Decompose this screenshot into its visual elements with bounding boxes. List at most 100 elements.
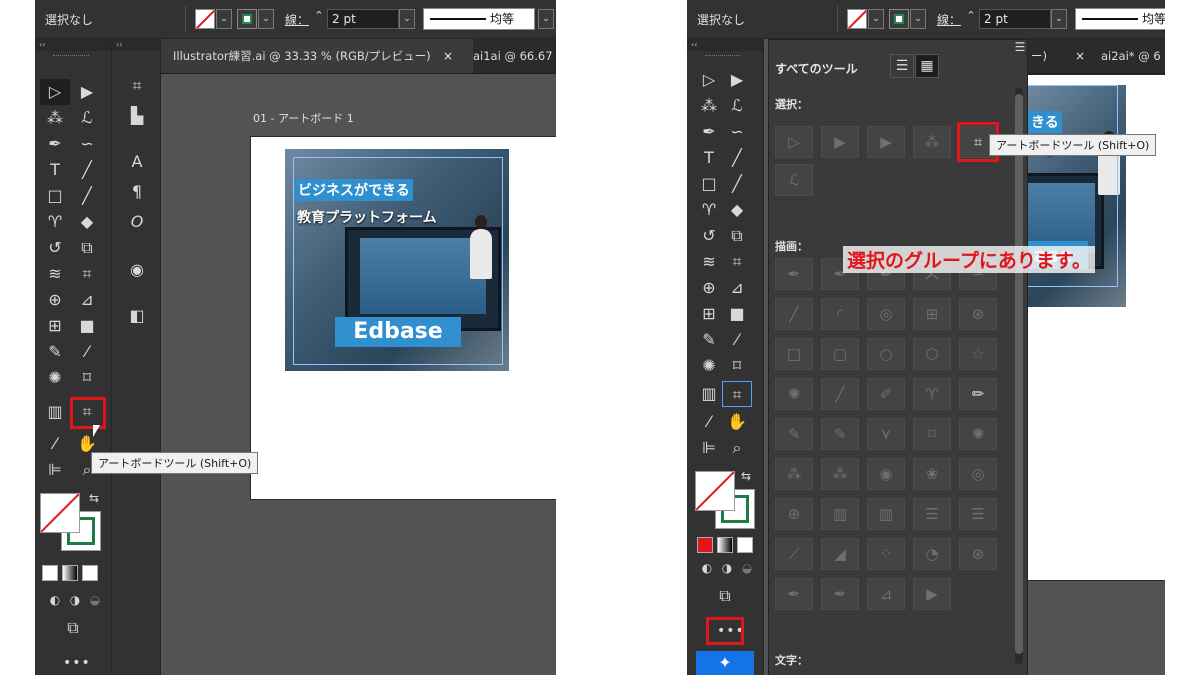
flyout-symbol-stainer-tool-icon[interactable]: ◎ [959, 458, 997, 490]
line-tool-icon[interactable]: ╱ [72, 157, 102, 183]
flyout-radar-graph-tool-icon[interactable]: ⊛ [959, 538, 997, 570]
rectangle-tool-icon[interactable]: □ [694, 171, 724, 197]
flyout-slice-tool-icon[interactable]: ⌑ [913, 418, 951, 450]
flyout-blob-brush-tool-icon[interactable]: ✐ [867, 378, 905, 410]
measure-tool-icon[interactable]: ⁄ [72, 339, 102, 365]
pen-tool-icon[interactable]: ✒ [40, 131, 70, 157]
pen-tool-icon[interactable]: ✒ [694, 119, 724, 145]
shape-builder-tool-icon[interactable]: ⊕ [40, 287, 70, 313]
fill-color-box[interactable] [40, 493, 80, 533]
magic-wand-tool-icon[interactable]: ⁂ [40, 105, 70, 131]
draw-inside-icon[interactable]: ◒ [732, 555, 762, 581]
type-tool-icon[interactable]: T [40, 157, 70, 183]
flyout-line-graph-tool-icon[interactable]: ⟋ [775, 538, 813, 570]
swap-colors-icon[interactable]: ⇆ [79, 485, 109, 511]
rotate-tool-icon[interactable]: ↺ [40, 235, 70, 261]
flyout-flare-tool-icon[interactable]: ✺ [775, 378, 813, 410]
flyout-area-graph-tool-icon[interactable]: ◢ [821, 538, 859, 570]
gradient-tool-icon[interactable]: ■ [72, 313, 102, 339]
flyout-symbol-shifter-tool-icon[interactable]: ⁂ [775, 458, 813, 490]
screen-mode-icon[interactable]: ⧉ [710, 583, 740, 609]
tab-illustrator-practice[interactable]: Illustrator練習.ai @ 33.33 % (RGB/プレビュー) [161, 39, 473, 73]
stroke-label[interactable]: 線： [285, 11, 309, 28]
generative-button[interactable]: ✦ [696, 651, 754, 675]
panel-collapse-button[interactable]: ‹‹ [35, 39, 111, 51]
flyout-path-eraser-tool-icon[interactable]: ✎ [821, 418, 859, 450]
line-tool-icon[interactable]: ╱ [722, 145, 752, 171]
flyout-scroll-thumb[interactable] [1015, 94, 1023, 654]
fill-color-box[interactable] [695, 471, 735, 511]
artboard[interactable]: ビジネスができる 教育プラットフォーム Edbase [250, 136, 556, 500]
symbol-sprayer-tool-icon[interactable]: ✺ [40, 365, 70, 391]
stroke-weight-spinner[interactable]: ⌃ [312, 9, 326, 27]
flyout-bar-graph-tool-icon[interactable]: ☰ [913, 498, 951, 530]
opentype-panel-icon[interactable]: O [126, 211, 148, 233]
flyout-rectangle-tool-icon[interactable]: □ [775, 338, 813, 370]
grid-view-button[interactable]: ▦ [915, 54, 939, 78]
stroke-weight-dropdown[interactable]: ⌄ [399, 9, 415, 29]
list-view-button[interactable]: ☰ [890, 54, 914, 78]
flyout-symbol-sprayer-tool-icon[interactable]: ✺ [959, 418, 997, 450]
flyout-scrollbar[interactable] [1015, 88, 1023, 664]
lasso-tool-icon[interactable]: ℒ [722, 93, 752, 119]
flyout-polygon-tool-icon[interactable]: ⬡ [913, 338, 951, 370]
panel-grip[interactable] [705, 55, 741, 58]
measure-tool-icon[interactable]: ⁄ [722, 327, 752, 353]
canvas[interactable]: 01 - アートボード 1 ビジネスができる 教育プラットフォーム Edbase [161, 74, 556, 675]
pathfinder-panel-icon[interactable]: ◧ [126, 305, 148, 327]
lasso-tool-icon[interactable]: ℒ [72, 105, 102, 131]
flyout-pencil-tool-icon[interactable]: ✏ [959, 378, 997, 410]
rectangle-tool-icon[interactable]: □ [40, 183, 70, 209]
perspective-grid-tool-icon[interactable]: ⊿ [722, 275, 752, 301]
magic-wand-tool-icon[interactable]: ⁂ [694, 93, 724, 119]
appearance-panel-icon[interactable]: ◉ [126, 259, 148, 281]
fill-swatch[interactable] [847, 9, 867, 29]
flyout-rectangular-grid-tool-icon[interactable]: ⊞ [913, 298, 951, 330]
banner-image[interactable]: きる フォーム ase [1028, 85, 1126, 307]
stroke-weight-spinner[interactable]: ⌃ [964, 9, 978, 27]
stroke-weight-input[interactable]: 2 pt [327, 9, 399, 29]
tab-ai1[interactable]: ai1ai @ 66.67 % [461, 39, 556, 73]
mesh-tool-icon[interactable]: ⊞ [694, 301, 724, 327]
color-mode-icon[interactable] [42, 565, 58, 581]
none-mode-icon[interactable] [737, 537, 753, 553]
slice-tool-icon[interactable]: ⌑ [722, 353, 752, 379]
paragraph-panel-icon[interactable]: ¶ [126, 181, 148, 203]
paintbrush-tool-icon[interactable]: ╱ [72, 183, 102, 209]
flyout-group-selection-tool-icon[interactable]: ▶ [867, 126, 905, 158]
flyout-shaper-tool-icon[interactable]: ♈ [913, 378, 951, 410]
selection-tool-icon[interactable]: ▷ [694, 67, 724, 93]
direct-selection-tool-icon[interactable]: ▶ [722, 67, 752, 93]
scale-tool-icon[interactable]: ⧉ [722, 223, 752, 249]
flyout-scatter-graph-tool-icon[interactable]: ⁘ [867, 538, 905, 570]
flyout-lasso-tool-icon[interactable]: ℒ [775, 164, 813, 196]
eyedropper-tool-icon[interactable]: ✎ [694, 327, 724, 353]
flyout-pen-tool-icon[interactable]: ✒ [775, 258, 813, 290]
tab-ai2[interactable]: ai2ai* @ 6 [1089, 39, 1165, 73]
stroke-weight-dropdown[interactable]: ⌄ [1051, 9, 1067, 29]
perspective-grid-tool-icon[interactable]: ⊿ [72, 287, 102, 313]
column-graph-tool-icon[interactable]: ▥ [694, 381, 724, 407]
slice-tool-icon[interactable]: ⌑ [72, 365, 102, 391]
flyout-ellipse-tool-icon[interactable]: ○ [867, 338, 905, 370]
shaper-tool-icon[interactable]: ♈ [40, 209, 70, 235]
selection-tool-icon[interactable]: ▷ [40, 79, 70, 105]
flyout-star-tool-icon[interactable]: ☆ [959, 338, 997, 370]
stroke-dropdown[interactable]: ⌄ [910, 9, 926, 29]
gradient-tool-icon[interactable]: ■ [722, 301, 752, 327]
flyout-column-graph-tool-icon[interactable]: ▥ [821, 498, 859, 530]
dock-expand-button[interactable]: ›› [112, 39, 160, 51]
flyout-polar-grid-tool-icon[interactable]: ⊛ [959, 298, 997, 330]
flyout-arc-tool-icon[interactable]: ◜ [821, 298, 859, 330]
hand-tool-icon[interactable]: ✋ [722, 409, 752, 435]
flyout-smooth-tool-icon[interactable]: ✎ [775, 418, 813, 450]
zoom-tool-icon[interactable]: ⌕ [722, 435, 752, 461]
flyout-paintbrush-tool-icon[interactable]: ╱ [821, 378, 859, 410]
banner-image[interactable]: ビジネスができる 教育プラットフォーム Edbase [285, 149, 509, 371]
screen-mode-icon[interactable]: ⧉ [58, 615, 88, 641]
flyout-eyedropper-tool-icon[interactable]: ✒ [775, 578, 813, 610]
flyout-magic-wand-tool-icon[interactable]: ⁂ [913, 126, 951, 158]
stroke-label[interactable]: 線： [937, 11, 961, 28]
close-tab-icon[interactable]: × [1075, 39, 1085, 73]
zoom-group-icon[interactable]: ⊫ [694, 435, 724, 461]
